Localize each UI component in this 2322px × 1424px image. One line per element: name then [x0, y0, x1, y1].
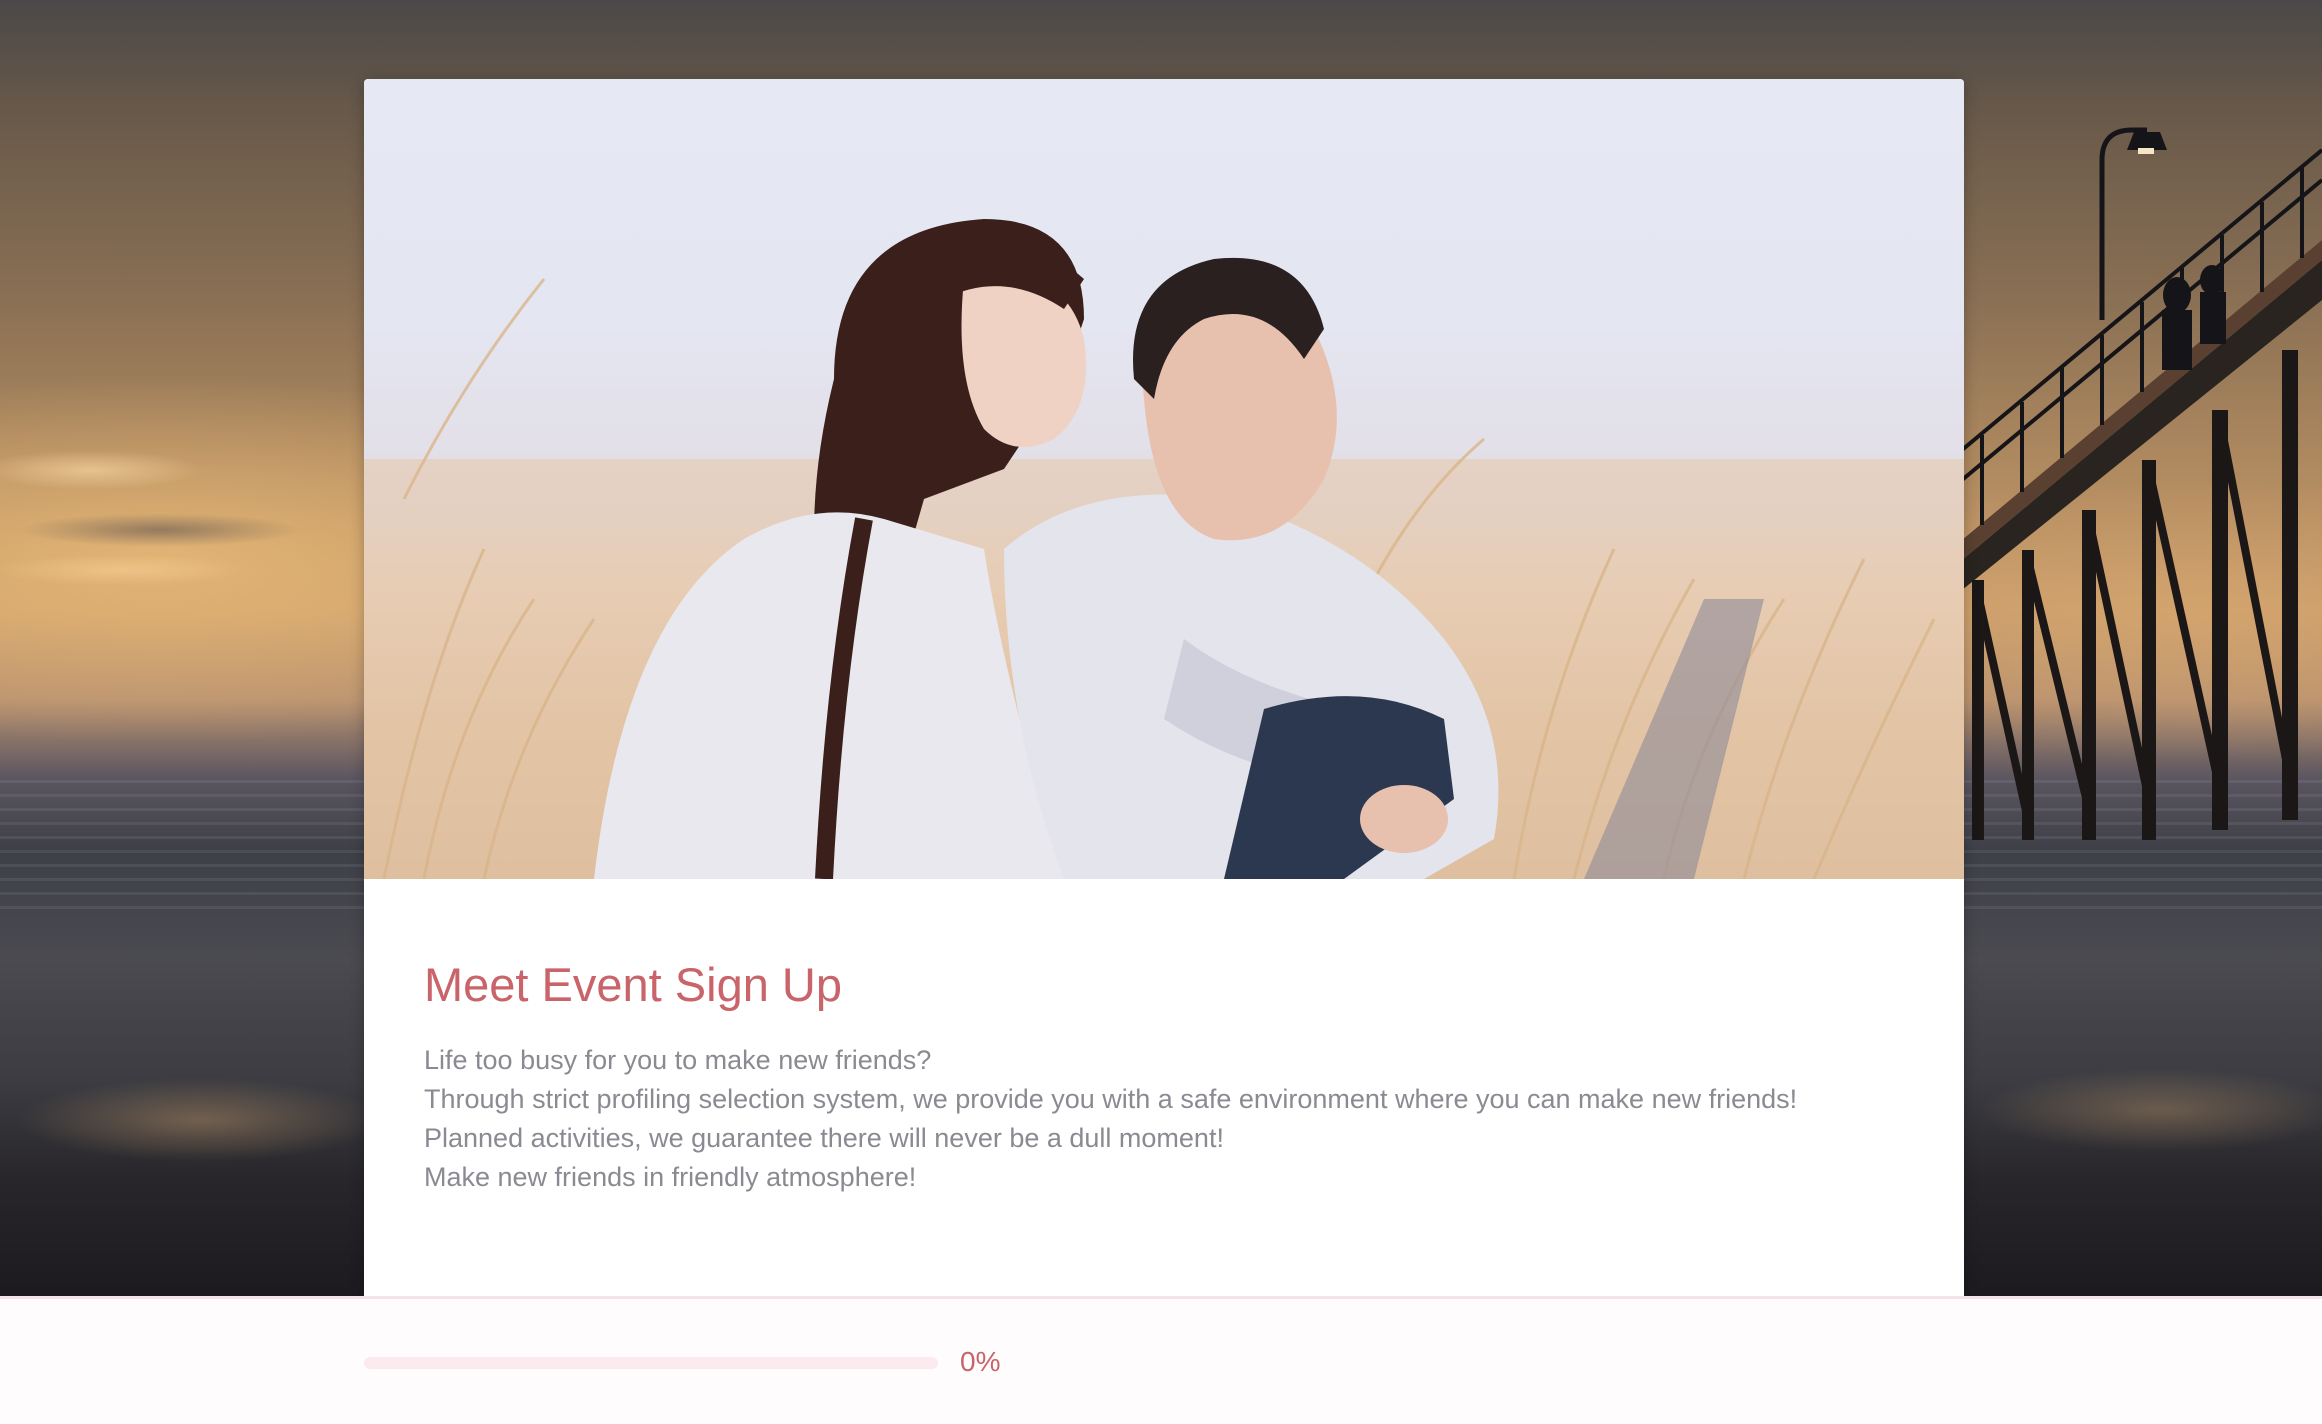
progress-bar [364, 1357, 938, 1369]
description-line: Life too busy for you to make new friend… [424, 1045, 932, 1075]
form-description: Life too busy for you to make new friend… [424, 1041, 1904, 1197]
progress-percentage: 0% [960, 1346, 1001, 1377]
couple-photo [364, 219, 1964, 879]
description-line: Make new friends in friendly atmosphere! [424, 1162, 917, 1192]
pier-silhouette [1962, 127, 2322, 840]
form-title: Meet Event Sign Up [424, 958, 842, 1011]
description-line: Through strict profiling selection syste… [424, 1084, 1798, 1114]
progress-footer: 0% [0, 1296, 2322, 1424]
page: Meet Event Sign Up Life too busy for you… [0, 0, 2322, 1424]
description-line: Planned activities, we guarantee there w… [424, 1123, 1224, 1153]
form-intro: Meet Event Sign Up Life too busy for you… [424, 957, 1904, 1197]
signup-card: Meet Event Sign Up Life too busy for you… [364, 79, 1964, 1296]
hero-image [364, 79, 1964, 879]
